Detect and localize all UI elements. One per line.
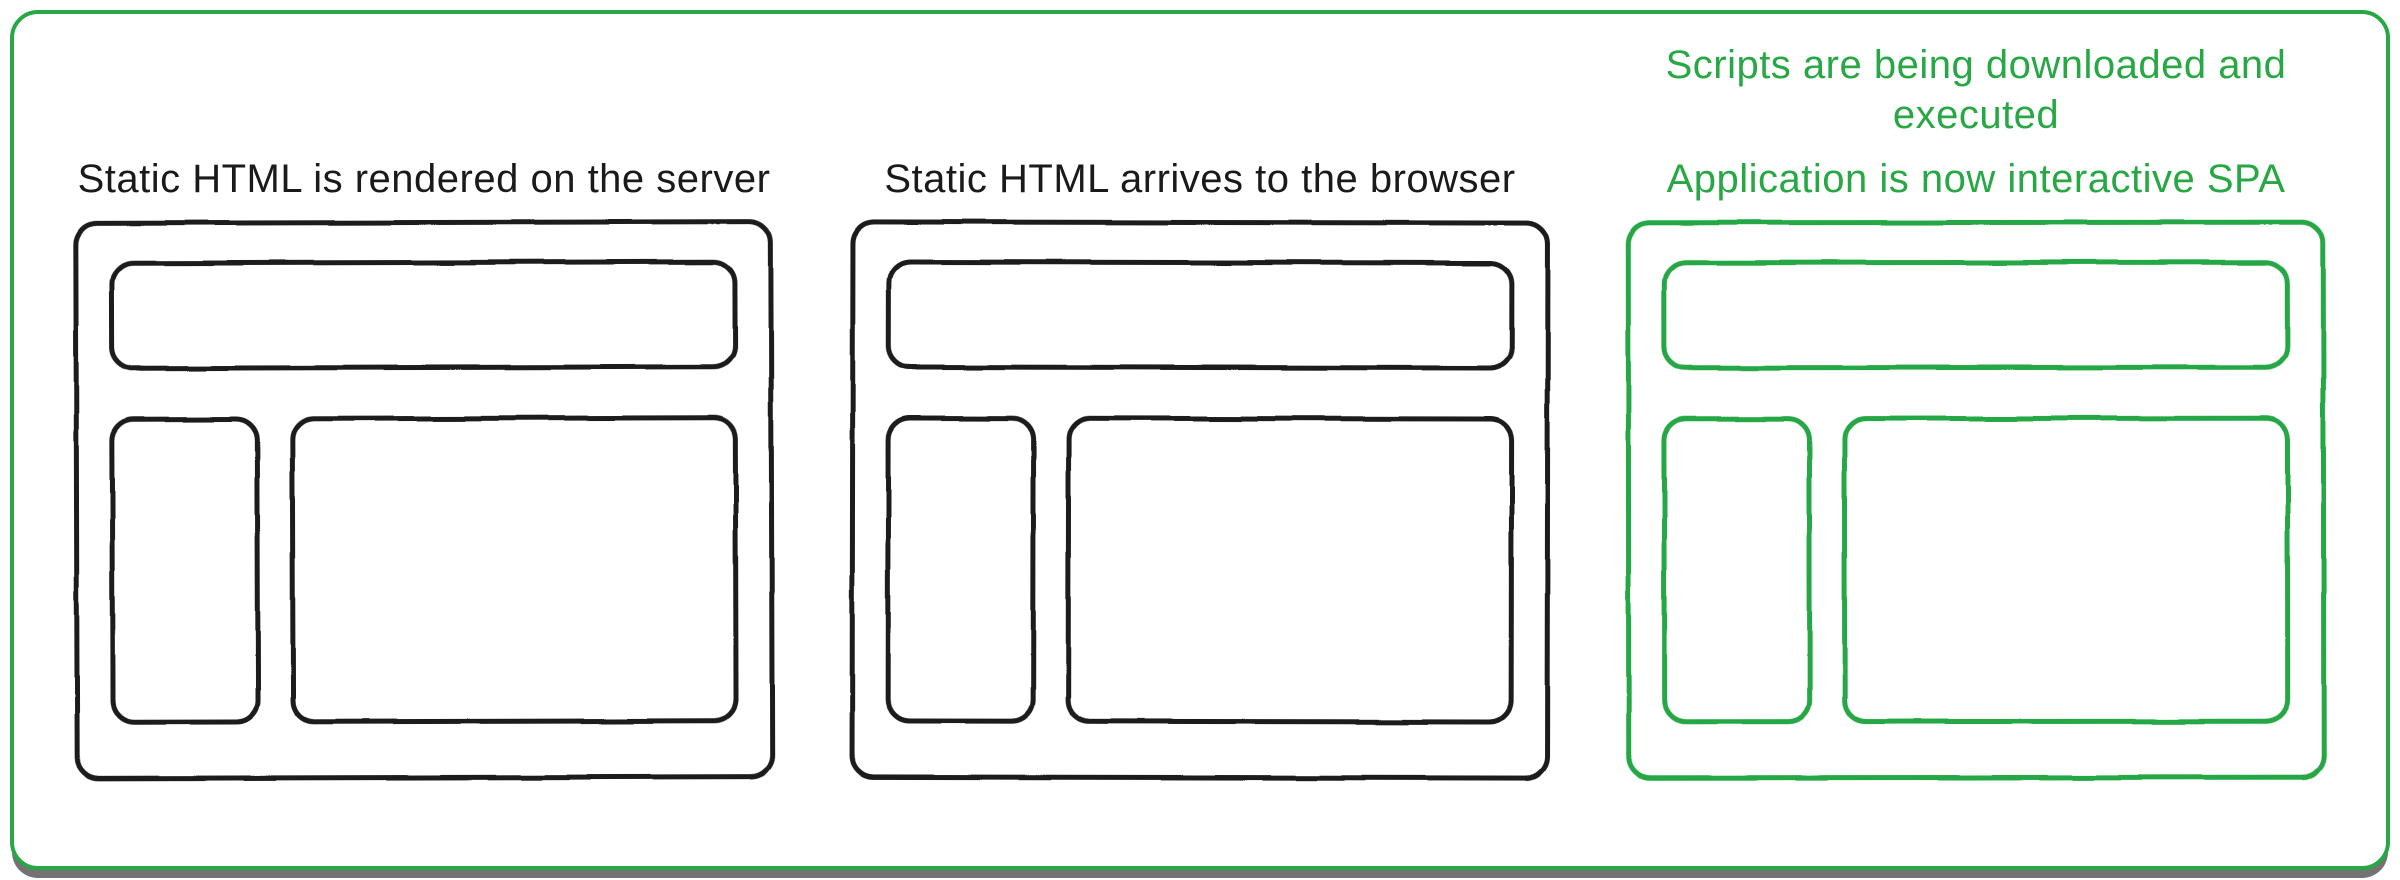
diagram-container: Static HTML is rendered on the server St… bbox=[10, 10, 2390, 870]
wireframe-header bbox=[886, 259, 1514, 370]
panel-interactive-spa: Scripts are being downloaded and execute… bbox=[1606, 54, 2346, 806]
wireframe-header bbox=[109, 259, 737, 371]
caption-1-line-1: Static HTML is rendered on the server bbox=[78, 154, 771, 204]
wireframe-content bbox=[290, 415, 739, 724]
browser-wireframe-3 bbox=[1626, 220, 2326, 781]
wireframe-sidebar bbox=[886, 415, 1037, 723]
wireframe-content bbox=[1066, 416, 1515, 725]
panel-html-arrives: Static HTML arrives to the browser bbox=[830, 54, 1570, 806]
browser-wireframe-2 bbox=[850, 219, 1551, 780]
wireframe-content bbox=[1842, 416, 2290, 724]
caption-3-line-1: Scripts are being downloaded and execute… bbox=[1606, 40, 2346, 140]
wireframe-sidebar bbox=[110, 416, 261, 724]
browser-wireframe-1 bbox=[73, 219, 774, 781]
wireframe-header bbox=[1662, 260, 2290, 371]
caption-3-line-2: Application is now interactive SPA bbox=[1667, 154, 2286, 204]
caption-2-line-1: Static HTML arrives to the browser bbox=[884, 154, 1515, 204]
captions-1: Static HTML is rendered on the server bbox=[78, 54, 771, 204]
captions-3: Scripts are being downloaded and execute… bbox=[1606, 54, 2346, 204]
panel-server-render: Static HTML is rendered on the server bbox=[54, 54, 794, 806]
wireframe-sidebar bbox=[1662, 416, 1812, 724]
captions-2: Static HTML arrives to the browser bbox=[884, 54, 1515, 204]
